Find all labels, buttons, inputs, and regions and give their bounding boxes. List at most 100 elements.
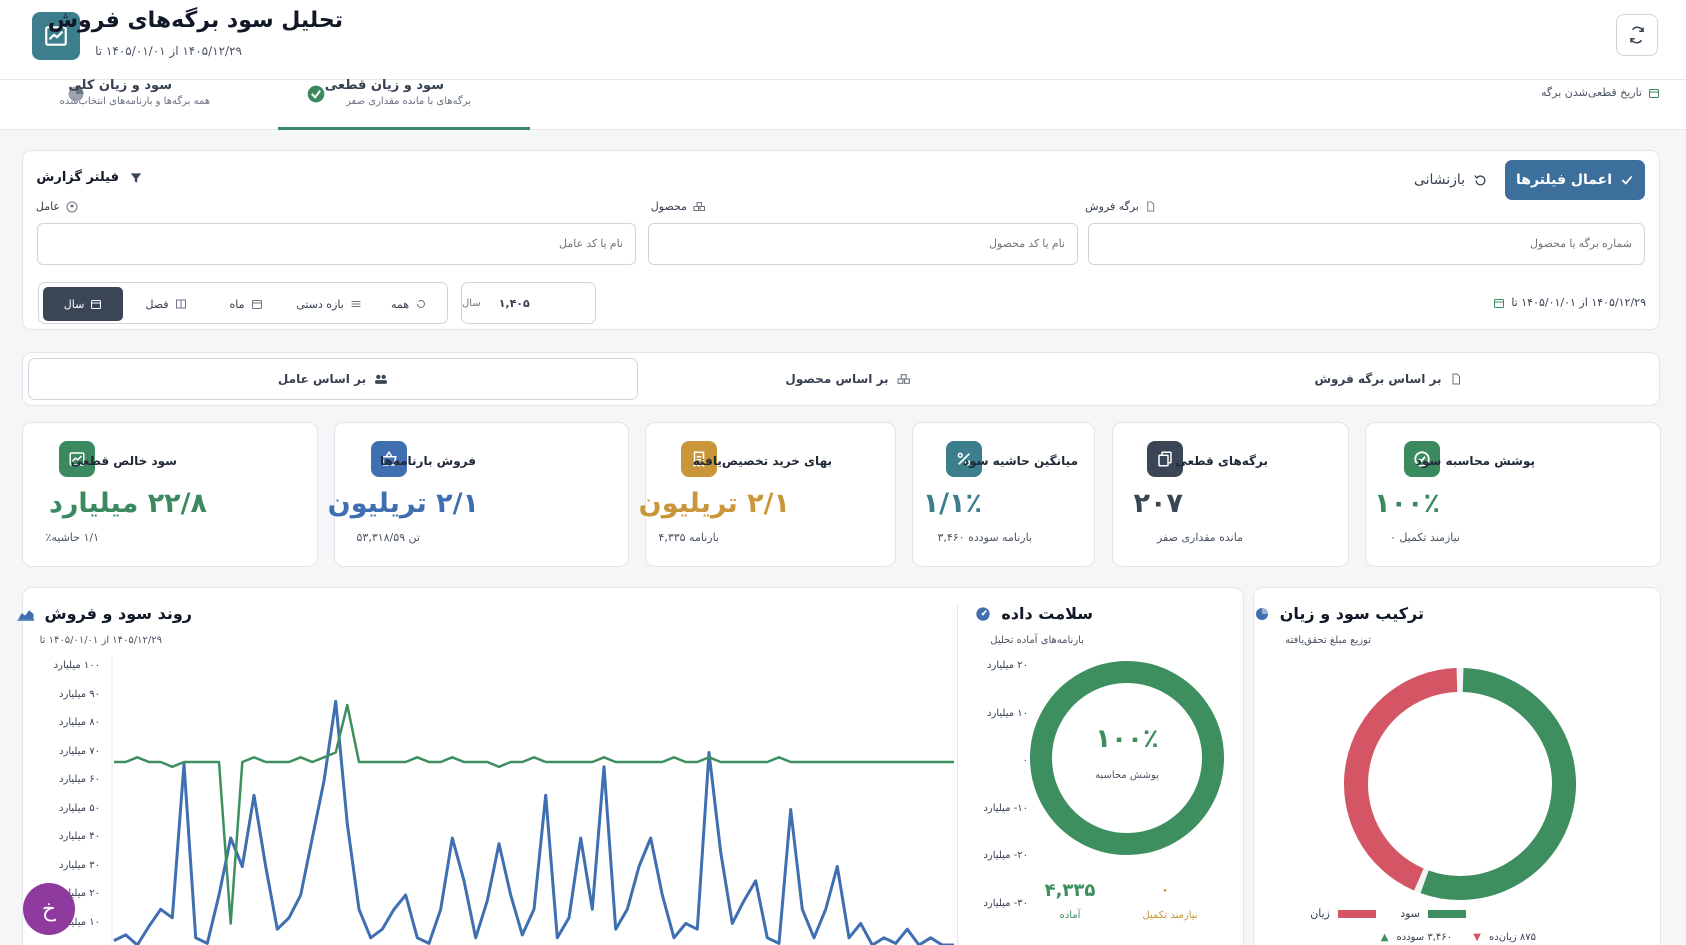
agent-field-label: عامل: [36, 200, 78, 213]
view-tab-product[interactable]: بر اساس محصول: [578, 358, 1118, 400]
calendar-check-icon: [1494, 298, 1505, 308]
product-input[interactable]: [648, 223, 1078, 265]
axis-tick-label: ۱۰۰ میلیارد: [53, 660, 100, 671]
date-mode-selector[interactable]: تاریخ قطعی‌شدن برگه: [1541, 86, 1660, 99]
period-selector: سال فصل ماه بازه دستی همه: [38, 282, 448, 324]
tab-overall-profit[interactable]: سود و زیان کلی همه برگه‌ها و بارنامه‌های…: [40, 78, 260, 130]
donut-profit-slice: [1420, 668, 1576, 900]
legend-swatch-profit: [1428, 909, 1466, 918]
axis-tick-label: ۱۰ میلیارد: [987, 707, 1028, 719]
health-center-value: ۱۰۰٪: [1095, 724, 1159, 754]
kpi-card-coverage: پوشش محاسبه سود ۱۰۰٪ نیازمند تکمیل ۰: [1365, 422, 1661, 567]
donut-loss-slice: [1344, 668, 1458, 891]
kpi-label: فروش بارنامه‌ها: [380, 454, 476, 468]
calendar-check-icon: [1649, 88, 1659, 98]
health-donut: [1030, 661, 1224, 855]
axis-tick-label: ۴۰ میلیارد: [59, 831, 100, 842]
period-season-label: فصل: [145, 297, 169, 311]
profit-count-text: ۳,۴۶۰ سودده: [1396, 932, 1452, 943]
view-tab-agent[interactable]: بر اساس عامل: [28, 358, 638, 400]
axis-tick-label: ۲۰- میلیارد: [983, 850, 1028, 861]
report-tabs: سود و زیان قطعی برگه‌های با مانده مقداری…: [0, 78, 1686, 130]
kpi-card-net-profit: سود خالص قطعی ۲۲/۸ میلیارد ۱/۱ حاشیه٪: [22, 422, 318, 567]
period-season[interactable]: فصل: [131, 287, 201, 321]
axis-tick-label: ۳۰- میلیارد: [983, 897, 1028, 909]
year-label: سال: [462, 297, 481, 309]
view-tab-sheet[interactable]: بر اساس برگه فروش: [1118, 358, 1658, 400]
tab-sub: برگه‌های با مانده مقداری صفر: [346, 96, 471, 107]
profit-count: ۳,۴۶۰ سودده ▲: [1381, 932, 1452, 943]
page-subtitle: ۱۴۰۵/۱۲/۲۹ از ۱۴۰۵/۰۱/۰۱ تا: [95, 44, 242, 58]
pie-chart-icon: [1255, 607, 1268, 620]
agent-label-text: عامل: [35, 200, 60, 213]
sheet-label-text: برگه فروش: [1085, 200, 1139, 213]
composition-title: ترکیب سود و زیان: [1254, 604, 1424, 623]
trend-title: روند سود و فروش: [17, 604, 193, 623]
kpi-value: ۲۰۷: [1133, 488, 1183, 519]
health-center-label: پوشش محاسبه: [1095, 770, 1159, 781]
document-icon: [1147, 201, 1155, 212]
reset-label: بازنشانی: [1413, 172, 1466, 188]
filter-title-text: فیلتر گزارش: [36, 170, 119, 185]
period-all[interactable]: همه: [375, 287, 443, 321]
kpi-sub: نیازمند تکمیل ۰: [1389, 531, 1460, 544]
boxes-icon: [897, 374, 910, 384]
period-month[interactable]: ماه: [211, 287, 281, 321]
columns-icon: [175, 299, 186, 309]
users-icon: [375, 374, 388, 384]
loss-count: ۸۷۵ زیان‌ده ▼: [1473, 932, 1536, 943]
period-year[interactable]: سال: [43, 287, 123, 321]
view-tabs: بر اساس برگه فروش بر اساس محصول بر اساس …: [22, 352, 1660, 406]
filter-icon: [130, 172, 142, 183]
kpi-value: ۱۰۰٪: [1374, 488, 1440, 519]
kpi-label: سود خالص قطعی: [70, 454, 177, 468]
trend-chart: [111, 655, 954, 945]
date-mode-label: تاریخ قطعی‌شدن برگه: [1541, 86, 1642, 99]
period-month-label: ماه: [229, 297, 245, 311]
history-icon: [417, 299, 425, 308]
trend-title-text: روند سود و فروش: [44, 604, 193, 623]
refresh-button[interactable]: [1616, 14, 1658, 56]
sheet-input[interactable]: [1088, 223, 1645, 265]
period-custom[interactable]: بازه دستی: [289, 287, 369, 321]
incomplete-value: ۰: [1160, 882, 1170, 898]
undo-icon: [1474, 174, 1486, 185]
axis-tick-label: ۵۰ میلیارد: [59, 802, 100, 814]
area-chart-icon: [17, 609, 34, 621]
boxes-icon: [693, 202, 705, 211]
reset-filters-button[interactable]: بازنشانی: [1406, 162, 1496, 198]
kpi-sub: ۱/۱ حاشیه٪: [45, 531, 99, 544]
tab-final-profit[interactable]: سود و زیان قطعی برگه‌های با مانده مقداری…: [278, 78, 530, 130]
health-title-text: سلامت داده: [1001, 604, 1093, 623]
kpi-label: بهای خرید تخصیص‌یافته: [692, 454, 832, 468]
date-range-display: ۱۴۰۵/۱۲/۲۹ از ۱۴۰۵/۰۱/۰۱ تا: [1493, 296, 1646, 309]
profit-series-line: [114, 703, 954, 925]
agent-input[interactable]: [37, 223, 636, 265]
health-sub: بارنامه‌های آماده تحلیل: [990, 635, 1084, 646]
assistant-fab[interactable]: خ: [23, 883, 75, 935]
documents-icon: [1158, 451, 1172, 467]
apply-filters-button[interactable]: اعمال فیلترها: [1505, 160, 1645, 200]
kpi-card-purchase-cost: بهای خرید تخصیص‌یافته ۲/۱ تریلیون بارنام…: [639, 422, 896, 567]
period-year-label: سال: [63, 297, 85, 311]
kpi-sub: تن ۵۳,۳۱۸/۵۹: [356, 531, 421, 544]
view-tab-label: بر اساس عامل: [277, 372, 367, 386]
product-field-label: محصول: [651, 200, 706, 213]
kpi-label: برگه‌های قطعی: [1175, 454, 1268, 468]
arrow-up-icon: ▲: [1380, 932, 1389, 943]
kpi-label: پوشش محاسبه سود: [1415, 454, 1535, 468]
user-circle-icon: [66, 201, 78, 212]
ready-label: آماده: [1059, 910, 1081, 921]
tab-sub: همه برگه‌ها و بارنامه‌های انتخاب‌شده: [59, 96, 210, 107]
kpi-sub: بارنامه ۴,۳۳۵: [658, 531, 719, 544]
tab-label: سود و زیان کلی: [68, 78, 172, 93]
legend-loss: زیان: [1310, 907, 1376, 920]
kpi-value: ۲/۱ تریلیون: [638, 488, 790, 519]
health-title: سلامت داده: [975, 604, 1093, 623]
health-coverage-arc: [1030, 661, 1224, 855]
year-input[interactable]: ۱,۴۰۵ سال: [461, 282, 596, 324]
kpi-value: ۲۲/۸ میلیارد: [48, 488, 207, 519]
axis-tick-label: ۲۰ میلیارد: [987, 660, 1028, 671]
legend-profit-label: سود: [1400, 907, 1420, 920]
arrow-down-icon: ▼: [1473, 932, 1481, 943]
